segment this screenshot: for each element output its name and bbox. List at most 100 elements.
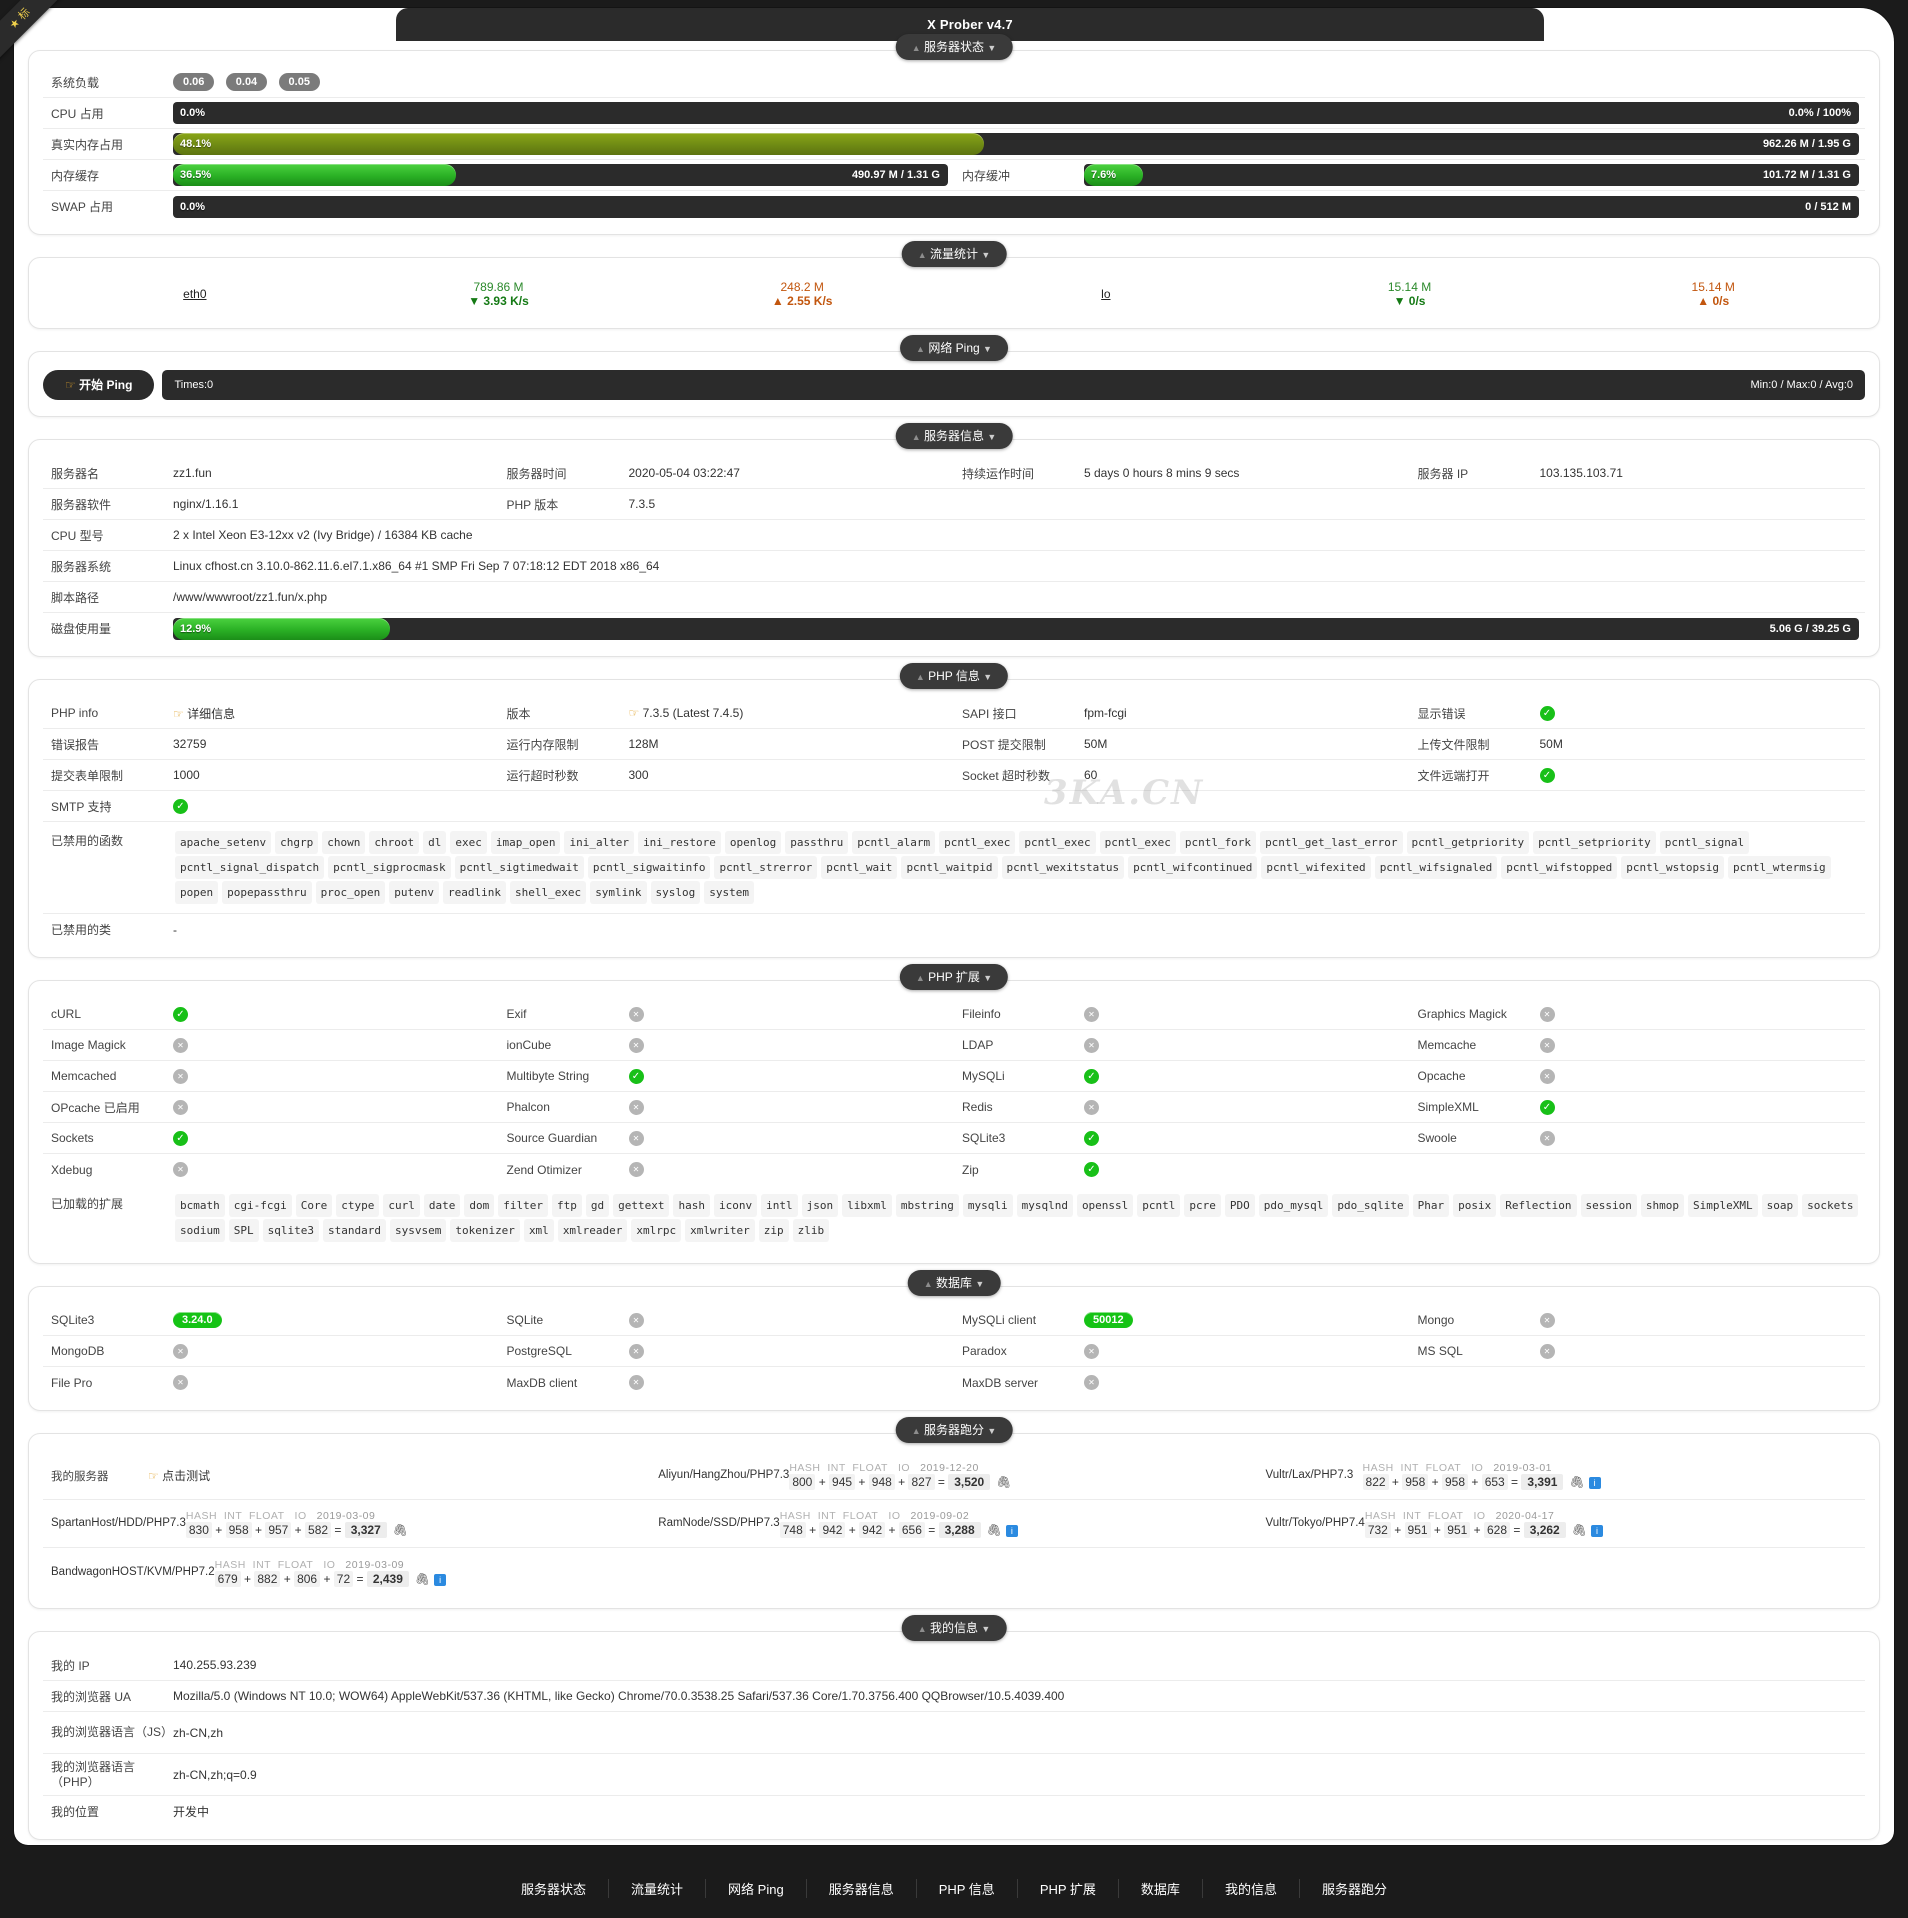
nav-item-我的信息[interactable]: 我的信息 (1203, 1878, 1300, 1898)
nav-item-数据库[interactable]: 数据库 (1119, 1878, 1203, 1898)
buffer-bar-percent: 7.6% (1091, 169, 1117, 181)
row-server-software: 服务器软件 nginx/1.16.1 (43, 489, 499, 520)
extension-status: ✓ (628, 1068, 955, 1084)
token: syslog (650, 881, 701, 904)
panel-title-text: 服务器信息 (923, 429, 985, 443)
token: pcntl_waitpid (901, 856, 998, 879)
row-os: 服务器系统 Linux cfhost.cn 3.10.0-862.11.6.el7… (43, 551, 1865, 582)
clip-icon[interactable]: 🖇 (1572, 1523, 1587, 1537)
disk-bar-detail: 5.06 G / 39.25 G (1769, 622, 1851, 635)
run-benchmark-button[interactable]: ☞ 点击测试 (148, 1467, 650, 1484)
pointer-hand-icon: ☞ (148, 1469, 159, 1483)
value-upload-limit: 50M (1539, 737, 1563, 751)
clip-icon[interactable]: 🖇 (1569, 1475, 1584, 1489)
token: chroot (369, 831, 420, 854)
traffic-lo-rx: 15.14 M ▼ 0/s (1258, 280, 1562, 308)
panel-title-php-info[interactable]: ▲ PHP 信息 ▼ (899, 663, 1009, 689)
row-extension: Memcached ✕ (43, 1061, 499, 1092)
database-status: ✕ (1084, 1375, 1410, 1391)
token: pcntl_wtermsig (1727, 856, 1831, 879)
rx-rate: ▼ 3.93 K/s (468, 294, 529, 308)
clip-icon[interactable]: 🖇 (987, 1523, 1002, 1537)
benchmark-entry: RamNode/SSD/PHP7.3 HASH INT FLOAT IO 2019-… (650, 1500, 1258, 1548)
nav-item-服务器跑分[interactable]: 服务器跑分 (1300, 1879, 1409, 1898)
panel-title-php-ext[interactable]: ▲ PHP 扩展 ▼ (899, 964, 1009, 990)
traffic-iface-lo[interactable]: lo (954, 287, 1258, 301)
row-socket-timeout: Socket 超时秒数 60 (954, 760, 1410, 791)
benchmark-name: SpartanHost/HDD/PHP7.3 (51, 1517, 186, 1529)
panel-php-ext: ▲ PHP 扩展 ▼ cURL ✓ Exif ✕ Fileinfo ✕ Graphics M… (28, 964, 1880, 1264)
token: libxml (842, 1194, 892, 1217)
info-icon[interactable]: i (1005, 1525, 1018, 1537)
nav-item-服务器状态[interactable]: 服务器状态 (499, 1878, 610, 1898)
check-icon: ✓ (1084, 1068, 1099, 1084)
nav-item-网络 Ping[interactable]: 网络 Ping (706, 1878, 807, 1898)
nav-item-PHP 信息[interactable]: PHP 信息 (917, 1878, 1018, 1898)
token: filter (498, 1194, 548, 1217)
token: intl (761, 1194, 798, 1217)
panel-title-ping[interactable]: ▲ 网络 Ping ▼ (900, 335, 1008, 361)
collapse-down-icon: ▼ (983, 344, 992, 354)
start-ping-button[interactable]: ☞ 开始 Ping (43, 370, 155, 400)
system-load-values: 0.06 0.04 0.05 (173, 73, 1865, 91)
label-swap-usage: SWAP 占用 (51, 200, 114, 214)
benchmark-header: HASH INT FLOAT IO 2019-12-20 (789, 1462, 979, 1474)
collapse-down-icon: ▼ (987, 43, 997, 53)
panel-ping: ▲ 网络 Ping ▼ ☞ 开始 Ping Times:0 Min:0 / Ma… (28, 335, 1880, 417)
token: sockets (1802, 1194, 1859, 1217)
info-icon[interactable]: i (1588, 1477, 1601, 1489)
panel-title-my-info[interactable]: ▲ 我的信息 ▼ (901, 1615, 1007, 1641)
nav-item-PHP 扩展[interactable]: PHP 扩展 (1018, 1878, 1119, 1898)
clip-icon[interactable]: 🖇 (996, 1475, 1011, 1489)
row-database: MySQLi client 50012 (954, 1305, 1410, 1336)
token: readlink (442, 881, 506, 904)
panel-php-info: ▲ PHP 信息 ▼ PHP info ☞ 详细信息 版本 ☞ 7.3.5 (L… (28, 663, 1880, 958)
benchmark-entry: Vultr/Lax/PHP7.3 HASH INT FLOAT IO 2019-03… (1257, 1452, 1865, 1500)
extension-status: ✕ (1084, 1099, 1410, 1115)
row-extension: Phalcon ✕ (498, 1092, 954, 1123)
label-system-load: 系统负载 (51, 75, 100, 90)
extension-name: Opcache (1417, 1069, 1466, 1083)
benchmark-header: HASH INT FLOAT IO 2019-03-09 (214, 1558, 405, 1571)
row-extension (1410, 1154, 1866, 1185)
panel-title-text: 服务器状态 (923, 40, 985, 54)
tx-total: 248.2 M (780, 280, 824, 294)
extension-status: ✓ (1539, 1099, 1866, 1115)
panel-title-server-info[interactable]: ▲ 服务器信息 ▼ (895, 423, 1013, 449)
clip-icon[interactable]: 🖇 (393, 1523, 408, 1537)
extension-name: Xdebug (51, 1162, 93, 1177)
traffic-iface-eth0[interactable]: eth0 (43, 287, 347, 301)
panel-title-text: 我的信息 (929, 1621, 979, 1635)
token: imap_open (490, 831, 561, 854)
panel-title-server-status[interactable]: ▲ 服务器状态 ▼ (895, 34, 1013, 60)
extension-name: Source Guardian (506, 1131, 598, 1145)
token: PDO (1224, 1194, 1255, 1217)
panel-title-traffic[interactable]: ▲ 流量统计 ▼ (901, 241, 1007, 267)
cross-icon: ✕ (1539, 1037, 1555, 1053)
iface-name: lo (1101, 287, 1111, 301)
token: pcntl_wifcontinued (1128, 856, 1258, 879)
check-icon: ✓ (173, 1130, 188, 1146)
info-icon[interactable]: i (1590, 1525, 1603, 1537)
token: zip (758, 1219, 789, 1242)
token: xmlreader (557, 1219, 628, 1242)
panel-title-benchmark[interactable]: ▲ 服务器跑分 ▼ (895, 1417, 1013, 1443)
value-form-limit: 1000 (173, 768, 200, 782)
memory-bar-percent: 48.1% (180, 138, 212, 150)
value-socket-timeout: 60 (1084, 768, 1098, 782)
token: session (1580, 1194, 1637, 1217)
value-disabled-classes: - (173, 922, 177, 937)
nav-item-流量统计[interactable]: 流量统计 (609, 1878, 707, 1898)
cross-icon: ✕ (628, 1130, 644, 1146)
value-post-limit: 50M (1084, 737, 1108, 751)
token: pcntl_wstopsig (1621, 856, 1724, 879)
benchmark-date: 2019-03-01 (1493, 1462, 1553, 1474)
php-version-link[interactable]: ☞ 7.3.5 (Latest 7.4.5) (629, 706, 955, 720)
clip-icon[interactable]: 🖇 (415, 1572, 430, 1586)
value-cpu-model: 2 x Intel Xeon E3-12xx v2 (Ivy Bridge) /… (173, 528, 473, 542)
panel-title-database[interactable]: ▲ 数据库 ▼ (907, 1270, 1001, 1296)
nav-item-服务器信息[interactable]: 服务器信息 (807, 1878, 917, 1898)
info-icon[interactable]: i (434, 1573, 447, 1586)
phpinfo-link[interactable]: ☞ 详细信息 (173, 705, 499, 722)
panel-server-status: ▲ 服务器状态 ▼ 系统负载 0.06 0.04 0.05 CPU 占用 0.0… (28, 34, 1880, 235)
